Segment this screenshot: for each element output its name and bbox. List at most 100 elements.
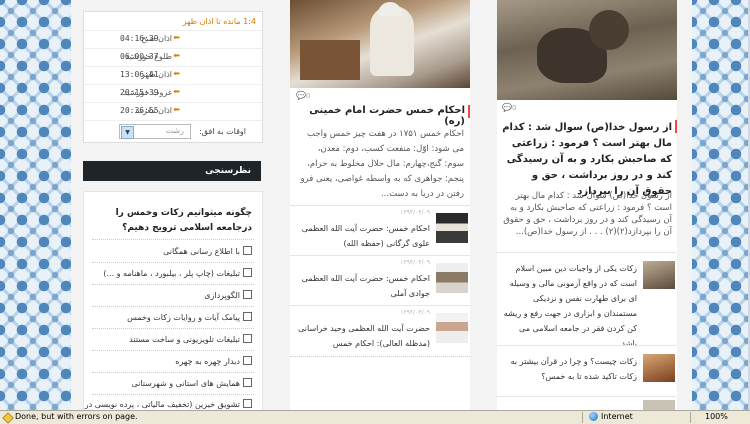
list-item[interactable]: ۱۳۹۴/۰۴/۰۹ احکام خمس: حضرت آیت الله العظ… [290,205,470,254]
poll-option[interactable]: تبلیغات (چاپ پلر ، بیلبورد ، ماهنامه و .… [103,268,252,278]
poll-option-label: تبلیغات (چاپ پلر ، بیلبورد ، ماهنامه و .… [103,269,240,278]
item-title[interactable]: زکات چیست؟ و چرا در قرآن بیشتر به زکات ت… [501,354,637,384]
image-shape [589,10,629,50]
article-title[interactable]: احکام خمس حضرت امام خمینی (ره) [293,105,465,127]
image-figure [370,6,414,76]
image-books [300,40,360,80]
article-image[interactable] [290,0,470,88]
checkbox[interactable] [243,246,252,255]
divider [690,412,691,423]
arrow-left-icon: ⬅ [173,51,180,60]
list-item[interactable]: زکات چیست؟ و چرا در قرآن بیشتر به زکات ت… [497,345,677,396]
poll-option[interactable]: دیدار چهره به چهره [175,356,252,366]
poll-widget: چگونه میتوانیم زکات وخمس را درجامعه اسلا… [83,191,263,418]
poll-option-label: با اطلاع رسانی همگانی [163,247,240,256]
divider [92,350,254,351]
divider [92,306,254,307]
list-item[interactable]: ۱۳۹۴/۰۴/۰۹ حضرت آیت الله العظمی وحید خرا… [290,305,470,354]
thumbnail [436,263,468,293]
poll-option[interactable]: همایش های استانی و شهرستانی [131,378,252,388]
zoom-level[interactable]: 100% [705,412,728,421]
checkbox[interactable] [243,334,252,343]
prayer-row: ⬅ غروب خورشید 20:15:39 [84,84,262,100]
poll-option[interactable]: الگوپردازی [204,290,252,300]
divider [290,356,470,357]
background-pattern-left [0,0,71,410]
remaining-target: اذان ظهر [182,17,214,26]
checkbox[interactable] [243,312,252,321]
prayer-time: 04:16:39 [120,34,159,43]
poll-header: نظرسنجی [83,161,261,181]
poll-option-label: دیدار چهره به چهره [175,357,240,366]
list-item[interactable]: ۱۳۹۴/۰۴/۰۹ احکام خمس: حضرت آیت الله العظ… [290,255,470,304]
comment-icon: 💬 [502,103,512,112]
globe-icon [589,412,598,421]
background-pattern-right [692,0,750,410]
article-title[interactable]: از رسول خدا(ص) سوال شد : کدام مال بهتر ا… [502,120,672,200]
checkbox[interactable] [243,356,252,365]
article-excerpt: از رسول خدا(ص) سوال شد : کدام مال بهتر ا… [503,191,672,237]
poll-option[interactable]: با اطلاع رسانی همگانی [163,246,252,256]
warning-icon[interactable] [2,412,14,424]
article-excerpt: احکام خمس ۱۷۵۱ در هفت چیز خمس واجب می شو… [300,129,464,199]
checkbox[interactable] [243,268,252,277]
title-accent-bar [468,105,470,118]
arrow-left-icon: ⬅ [173,105,180,114]
poll-option[interactable]: پیامک آیات و روایات زکات وخمس [127,312,252,322]
divider [582,412,583,423]
city-select[interactable]: رشت ▼ [119,124,191,139]
prayer-time: 20:36:55 [120,106,159,115]
comment-count: 0 [512,104,517,112]
divider [92,394,254,395]
remaining-time: 1:4 مانده تا [216,17,256,26]
divider [92,262,254,263]
title-accent-bar [675,120,677,133]
item-title[interactable]: احکام خمس: حضرت آیت الله العظمی علوی گرگ… [290,221,430,251]
arrow-left-icon: ⬅ [173,87,180,96]
prayer-row: ⬅ اذان صبح 04:16:39 [84,30,262,46]
prayer-row: ⬅ اذان ظهر 13:06:41 [84,66,262,82]
item-title[interactable]: زکات یکی از واجبات دین مبین اسلام است که… [501,261,637,351]
poll-option-label: همایش های استانی و شهرستانی [131,379,240,388]
prayer-time: 20:15:39 [120,88,159,97]
status-bar: Done, but with errors on page. Internet … [0,410,750,424]
article-image[interactable] [497,0,677,100]
prayer-time: 06:00:37 [120,52,159,61]
checkbox[interactable] [243,290,252,299]
item-date: ۱۳۹۴/۰۴/۰۹ [400,259,430,266]
item-date: ۱۳۹۴/۰۴/۰۹ [400,209,430,216]
poll-header-title: نظرسنجی [205,166,251,176]
security-zone: Internet [601,412,633,421]
checkbox[interactable] [243,378,252,387]
item-title[interactable]: حضرت آیت الله العظمی وحید خراسانی (مدظله… [290,321,430,351]
divider [92,328,254,329]
divider [92,372,254,373]
item-date: ۱۳۹۴/۰۴/۰۹ [400,309,430,316]
thumbnail [643,354,675,382]
poll-option-label: پیامک آیات و روایات زکات وخمس [127,313,240,322]
comment-count: 0 [306,92,311,100]
thumbnail [643,261,675,289]
list-item[interactable] [497,396,677,411]
prayer-row: ⬅ طلوع خورشید 06:00:37 [84,48,262,64]
poll-option[interactable]: تبلیغات تلویزیونی و ساخت مستند [129,334,252,344]
poll-question: چگونه میتوانیم زکات وخمس را درجامعه اسلا… [115,208,252,233]
list-item[interactable]: زکات یکی از واجبات دین مبین اسلام است که… [497,252,677,348]
poll-option-label: الگوپردازی [204,291,240,300]
comment-icon: 💬 [296,91,306,100]
thumbnail [436,313,468,343]
city-select-value: رشت [165,126,184,135]
status-text: Done, but with errors on page. [15,412,138,421]
poll-option-label: تبلیغات تلویزیونی و ساخت مستند [129,335,240,344]
item-title[interactable]: احکام خمس: حضرت آیت الله العظمی جوادی آم… [290,271,430,301]
prayer-row: ⬅ اذان مغرب 20:36:55 [84,102,262,118]
image-turban [378,2,402,16]
city-label: اوقات به افق: [199,127,246,136]
prayer-time: 13:06:41 [120,70,159,79]
arrow-left-icon: ⬅ [173,33,180,42]
thumbnail [436,213,468,243]
city-selector-row: اوقات به افق: رشت ▼ [84,120,262,141]
chevron-down-icon[interactable]: ▼ [121,126,134,139]
checkbox[interactable] [243,399,252,408]
divider [92,284,254,285]
